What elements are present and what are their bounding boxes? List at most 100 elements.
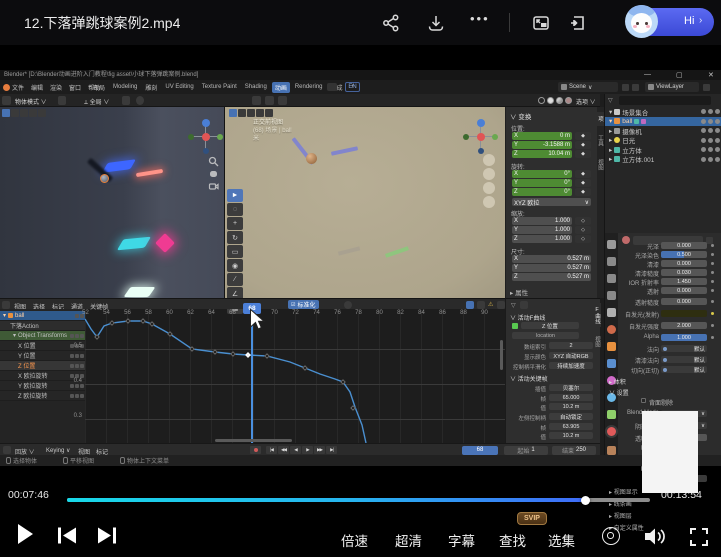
- active-fcurve-section[interactable]: ∨ 活动F曲线: [510, 313, 545, 322]
- camera-view-icon[interactable]: [483, 182, 495, 194]
- prev-episode-button[interactable]: [56, 526, 78, 545]
- viewport-mode-strip[interactable]: [2, 109, 46, 117]
- clearcoat-roughness-field[interactable]: 0.030: [661, 269, 707, 276]
- keyframe-toggle-icon[interactable]: ◇: [575, 235, 591, 243]
- tab-fcurve[interactable]: F曲线: [594, 303, 601, 327]
- fullscreen-icon[interactable]: [689, 527, 709, 547]
- mini-player-icon[interactable]: [569, 14, 587, 32]
- account-pill[interactable]: Hi ›: [627, 8, 714, 36]
- outliner-row-light[interactable]: ▸日光: [605, 136, 721, 146]
- play-button[interactable]: [18, 524, 33, 544]
- outliner-row-ball[interactable]: ▾ball: [605, 117, 721, 127]
- options-menu-icon[interactable]: [58, 96, 66, 105]
- display-color-dropdown[interactable]: XYZ 自动RGB: [549, 352, 593, 359]
- outliner-row-camera[interactable]: ▸摄像机: [605, 126, 721, 136]
- outliner-search-input[interactable]: [619, 96, 711, 105]
- keyframe-toggle-icon[interactable]: ◆: [575, 170, 591, 178]
- menu-item[interactable]: 编辑: [31, 83, 43, 92]
- channel-object-transforms[interactable]: ▾Object Transforms: [0, 331, 85, 341]
- next-episode-button[interactable]: [96, 526, 118, 545]
- output-tab-icon[interactable]: [607, 274, 616, 283]
- keyframe-dot[interactable]: [94, 334, 100, 340]
- emission-strength-field[interactable]: 2.000: [661, 322, 707, 329]
- blender-logo-icon[interactable]: [3, 84, 10, 91]
- scale-x-field[interactable]: X1.000: [512, 217, 572, 225]
- channel-name-field[interactable]: Z 位置: [521, 322, 579, 329]
- search-in-video-button[interactable]: 查找: [499, 530, 526, 550]
- keyframe-toggle-icon[interactable]: ◆: [575, 179, 591, 187]
- gizmo-z-axis[interactable]: [477, 119, 485, 127]
- location-x-field[interactable]: X0 m: [512, 132, 572, 140]
- editor-type-icon[interactable]: [2, 96, 11, 105]
- gizmo-z-neg-axis[interactable]: [478, 148, 484, 154]
- keyframe-toggle-icon[interactable]: ◆: [575, 150, 591, 158]
- frame-end-field[interactable]: 结束250: [552, 446, 596, 455]
- workspace-tab[interactable]: 雕刻: [142, 82, 160, 93]
- gizmo-z-neg-axis[interactable]: [203, 148, 209, 154]
- snap-icon[interactable]: [477, 301, 485, 309]
- plane-green[interactable]: [385, 246, 409, 258]
- transport-button[interactable]: ▶▶: [314, 446, 325, 454]
- key-frame-field[interactable]: 65.000: [549, 394, 593, 401]
- world-tab-icon[interactable]: [607, 325, 616, 334]
- viewport-display-section[interactable]: ▸ 视图显示: [609, 487, 638, 496]
- left-handle-dropdown[interactable]: 自动锁定: [549, 413, 593, 420]
- rotation-x-field[interactable]: X0°: [512, 170, 572, 178]
- tangent-input[interactable]: 默认: [661, 366, 707, 373]
- keyframe-dot[interactable]: [245, 352, 251, 358]
- channel-ball[interactable]: ▾ball: [0, 311, 85, 321]
- gizmo-y-axis[interactable]: [492, 134, 498, 140]
- gizmo-z-axis[interactable]: [202, 119, 210, 127]
- keyframe-toggle-icon[interactable]: ◆: [575, 132, 591, 140]
- pin-icon[interactable]: [622, 84, 629, 91]
- location-z-field[interactable]: Z10.04 m: [512, 150, 572, 158]
- ortho-toggle-icon[interactable]: [483, 196, 495, 208]
- modifier-tab-icon[interactable]: [607, 359, 616, 368]
- zoom-icon[interactable]: [483, 154, 495, 166]
- dim-y-field[interactable]: Y0.527 m: [512, 264, 591, 272]
- volume-icon[interactable]: [643, 526, 666, 547]
- transport-button[interactable]: ▶|: [326, 446, 337, 454]
- menu-item[interactable]: 渲染: [50, 83, 62, 92]
- auto-key-record-button[interactable]: [250, 446, 261, 454]
- viewport-options-dropdown[interactable]: 选项 ∨: [576, 97, 596, 106]
- orientation-selector[interactable]: ⟂ 全局 ∨: [84, 97, 109, 107]
- menu-item[interactable]: 文件: [12, 83, 24, 92]
- transmission-roughness-field[interactable]: 0.000: [661, 298, 707, 305]
- snap-magnet-icon[interactable]: [122, 96, 130, 105]
- camera-view-icon[interactable]: [208, 181, 219, 192]
- new-viewlayer-icon[interactable]: [703, 84, 710, 91]
- scene-tab-icon[interactable]: [607, 308, 616, 317]
- keyframe-dot[interactable]: [125, 318, 131, 324]
- viewport-mode-strip[interactable]: [229, 109, 273, 117]
- keyframe-toggle-icon[interactable]: ◇: [575, 217, 591, 225]
- emission-color-swatch[interactable]: [661, 310, 707, 317]
- ball-object-selected[interactable]: [100, 174, 109, 183]
- select-box-tool[interactable]: ►: [227, 189, 243, 202]
- normalize-toggle[interactable]: ☑标准化: [288, 300, 319, 309]
- viewlayer-section[interactable]: ▸ 视图层: [609, 511, 632, 520]
- keyframe-toggle-icon[interactable]: ◇: [575, 226, 591, 234]
- transport-button[interactable]: ▶: [302, 446, 313, 454]
- minimize-icon[interactable]: —: [644, 71, 651, 78]
- pip-icon[interactable]: [532, 14, 550, 32]
- gizmo-y-neg-axis[interactable]: [188, 134, 194, 140]
- workspace-tab[interactable]: 布局: [90, 82, 108, 93]
- sheen-tint-field[interactable]: 0.500: [661, 251, 707, 258]
- share-icon[interactable]: [382, 14, 400, 32]
- handle-value-field[interactable]: 10.2 m: [549, 432, 593, 439]
- keyframe-dot[interactable]: [340, 379, 346, 385]
- tab-item[interactable]: 项: [597, 112, 604, 126]
- outliner-row-cube[interactable]: ▸立方体: [605, 145, 721, 155]
- keyframe-dot[interactable]: [140, 318, 146, 324]
- keyframe-dot[interactable]: [149, 321, 155, 327]
- gizmo-y-axis[interactable]: [217, 134, 223, 140]
- scale-tool[interactable]: ▭: [227, 245, 243, 258]
- object-tab-icon[interactable]: [607, 342, 616, 351]
- workspace-tab[interactable]: UV Editing: [162, 83, 196, 91]
- viewport-solid[interactable]: 正交前视图 (68) 场景 | ball 米: [224, 107, 505, 298]
- tool-tab-icon[interactable]: [607, 240, 616, 249]
- cursor-tool[interactable]: ◌: [227, 203, 243, 216]
- record-circle-icon[interactable]: [602, 527, 620, 545]
- annotate-tool[interactable]: ∕: [227, 273, 243, 286]
